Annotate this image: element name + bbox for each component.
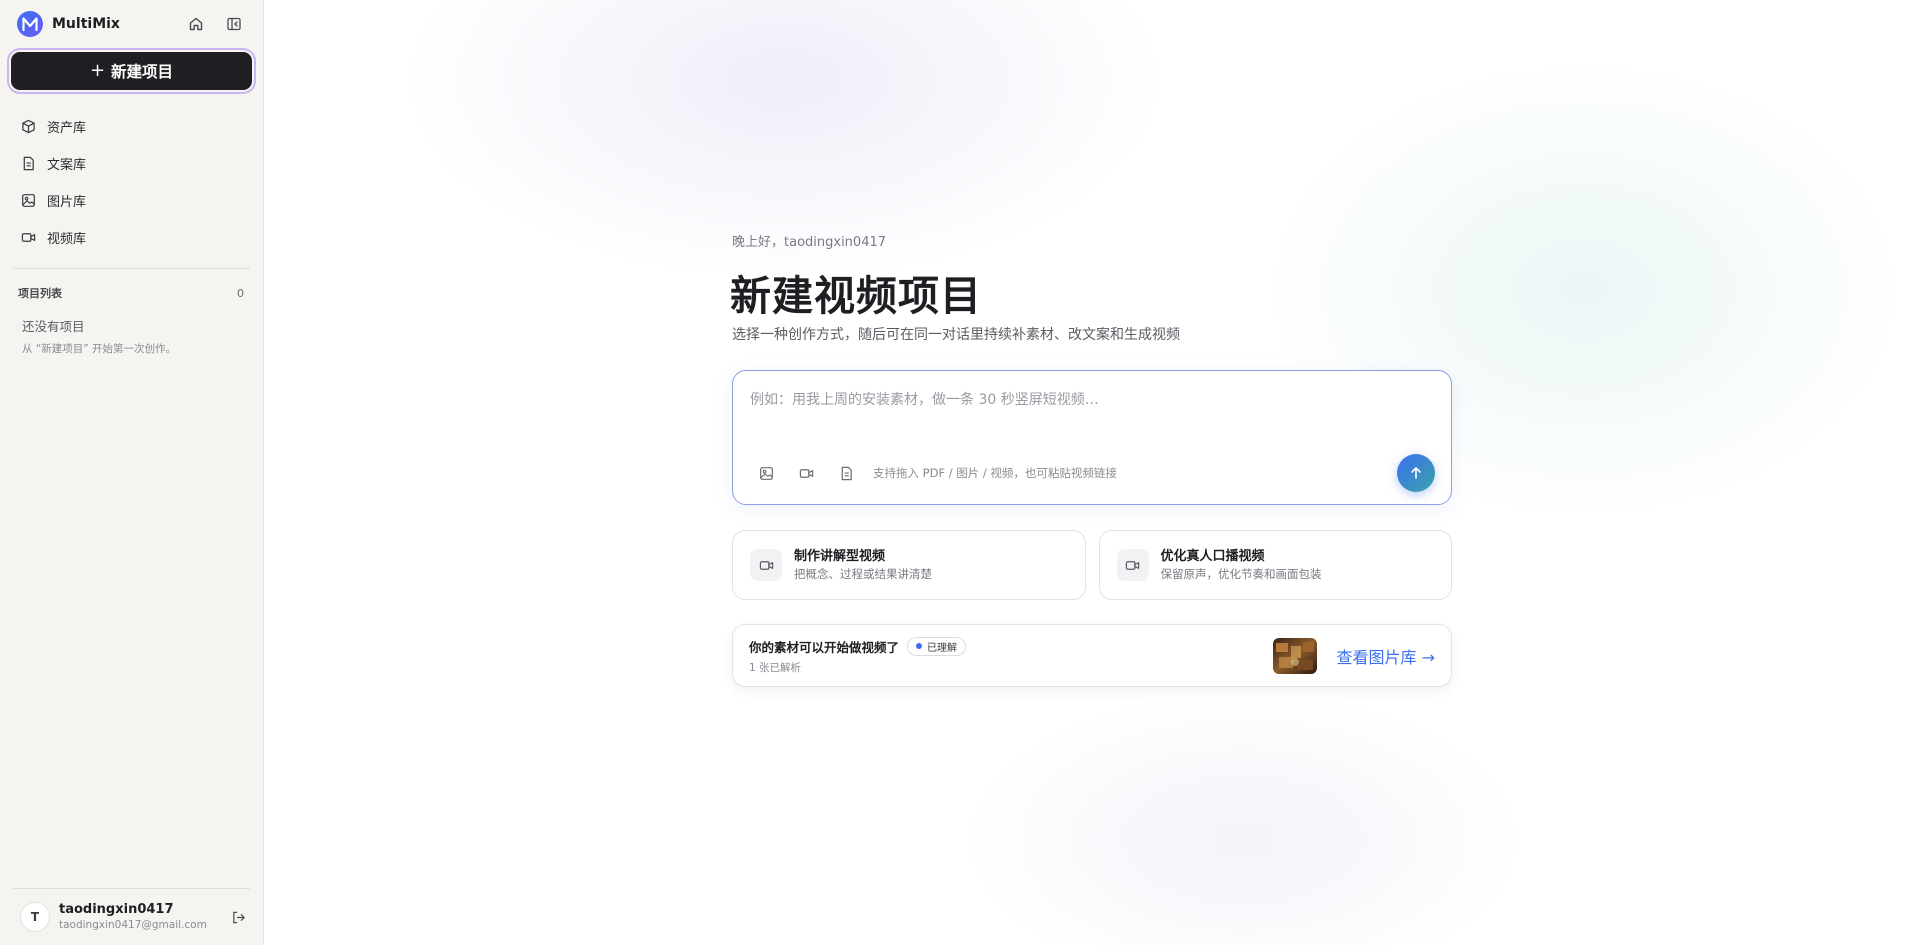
mode-card-explainer[interactable]: 制作讲解型视频 把概念、过程或结果讲清楚 xyxy=(732,530,1086,600)
image-icon xyxy=(759,466,773,480)
card-text: 制作讲解型视频 把概念、过程或结果讲清楚 xyxy=(794,548,932,583)
document-icon xyxy=(841,466,852,480)
projects-count: 0 xyxy=(237,286,244,300)
user-email: taodingxin0417@gmail.com xyxy=(59,918,207,931)
sidebar-item-label: 资产库 xyxy=(47,121,87,136)
video-icon xyxy=(759,560,773,570)
page-subtitle: 选择一种创作方式，随后可在同一对话里持续补素材、改文案和生成视频 xyxy=(732,327,1180,343)
video-icon xyxy=(21,233,36,242)
projects-section-header: 项目列表 0 xyxy=(0,269,263,301)
card-icon-box xyxy=(1116,549,1149,581)
app-root: MultiMix + 新建项目 资产库 文案库 图片库 视频库 项目列表 0 还… xyxy=(0,0,1920,945)
sidebar: MultiMix + 新建项目 资产库 文案库 图片库 视频库 项目列表 0 还… xyxy=(0,0,264,945)
sidebar-footer: T taodingxin0417 taodingxin0417@gmail.co… xyxy=(0,888,263,945)
send-button[interactable] xyxy=(1397,454,1435,492)
cube-icon xyxy=(22,119,35,134)
home-icon xyxy=(189,17,203,31)
view-image-library-link[interactable]: 查看图片库 → xyxy=(1337,644,1436,668)
attach-image-button[interactable] xyxy=(755,462,777,484)
mode-cards: 制作讲解型视频 把概念、过程或结果讲清楚 优化真人口播视频 保留原声，优化节奏和… xyxy=(732,530,1452,600)
upload-hint: 支持拖入 PDF / 图片 / 视频，也可粘贴视频链接 xyxy=(873,466,1117,480)
logout-icon xyxy=(232,911,245,923)
card-title: 优化真人口播视频 xyxy=(1160,548,1265,564)
user-row: T taodingxin0417 taodingxin0417@gmail.co… xyxy=(0,889,263,945)
status-badge: 已理解 xyxy=(907,636,967,656)
home-button[interactable] xyxy=(184,12,208,36)
assets-banner-title-row: 你的素材可以开始做视频了 已理解 xyxy=(749,636,967,656)
sidebar-toggle-icon xyxy=(227,17,241,31)
video-icon xyxy=(1125,560,1140,570)
mode-card-talking-head[interactable]: 优化真人口播视频 保留原声，优化节奏和画面包装 xyxy=(1098,530,1452,600)
sidebar-nav: 资产库 文案库 图片库 视频库 xyxy=(0,108,263,256)
brand-name: MultiMix xyxy=(52,16,120,32)
arrow-up-icon xyxy=(1411,467,1421,479)
brand-actions xyxy=(184,12,246,36)
assets-banner-subtitle: 1 张已解析 xyxy=(749,661,802,674)
logout-button[interactable] xyxy=(226,905,250,929)
user-name: taodingxin0417 xyxy=(59,901,174,917)
composer-toolbar: 支持拖入 PDF / 图片 / 视频，也可粘贴视频链接 xyxy=(755,462,1117,484)
card-title: 制作讲解型视频 xyxy=(794,548,886,564)
new-project-button[interactable]: + 新建项目 xyxy=(11,52,252,90)
assets-banner-text: 你的素材可以开始做视频了 已理解 1 张已解析 xyxy=(749,636,967,675)
projects-empty-hint: 从 “新建项目” 开始第一次创作。 xyxy=(22,343,177,355)
attach-document-button[interactable] xyxy=(835,462,857,484)
background-glow xyxy=(964,690,1524,945)
status-dot-icon xyxy=(916,643,923,649)
user-info: taodingxin0417 taodingxin0417@gmail.com xyxy=(59,902,207,933)
sidebar-item-label: 图片库 xyxy=(47,195,87,210)
card-text: 优化真人口播视频 保留原声，优化节奏和画面包装 xyxy=(1161,548,1322,583)
sidebar-item-label: 文案库 xyxy=(47,158,87,173)
attach-video-button[interactable] xyxy=(795,462,817,484)
prompt-input[interactable] xyxy=(750,389,1430,429)
assets-banner-title: 你的素材可以开始做视频了 xyxy=(749,639,900,655)
sidebar-item-assets[interactable]: 资产库 xyxy=(0,108,263,145)
avatar[interactable]: T xyxy=(20,902,50,932)
asset-thumbnail-image xyxy=(1272,637,1317,674)
sidebar-item-label: 视频库 xyxy=(47,232,87,247)
image-icon xyxy=(22,194,35,207)
card-subtitle: 把概念、过程或结果讲清楚 xyxy=(794,566,932,581)
sidebar-item-images[interactable]: 图片库 xyxy=(0,182,263,219)
projects-empty-title: 还没有项目 xyxy=(22,319,85,334)
card-subtitle: 保留原声，优化节奏和画面包装 xyxy=(1160,566,1322,581)
prompt-composer: 支持拖入 PDF / 图片 / 视频，也可粘贴视频链接 xyxy=(732,370,1452,505)
assets-ready-banner: 你的素材可以开始做视频了 已理解 1 张已解析 查看图片库 → xyxy=(732,624,1452,687)
new-project-label: 新建项目 xyxy=(111,63,174,81)
status-badge-label: 已理解 xyxy=(927,642,958,654)
projects-heading: 项目列表 xyxy=(18,287,62,300)
sidebar-toggle-button[interactable] xyxy=(222,12,246,36)
logo xyxy=(17,11,43,37)
page-title: 新建视频项目 xyxy=(730,272,982,320)
plus-icon: + xyxy=(89,60,106,81)
sidebar-item-videos[interactable]: 视频库 xyxy=(0,219,263,256)
card-icon-box xyxy=(750,549,782,581)
brand-row: MultiMix xyxy=(0,0,263,48)
main-area: 晚上好，taodingxin0417 新建视频项目 选择一种创作方式，随后可在同… xyxy=(264,0,1920,945)
greeting: 晚上好，taodingxin0417 xyxy=(732,235,887,250)
logo-mark-icon xyxy=(22,17,38,31)
document-icon xyxy=(23,156,34,171)
sidebar-item-copy[interactable]: 文案库 xyxy=(0,145,263,182)
video-icon xyxy=(799,468,813,478)
asset-thumbnail[interactable] xyxy=(1272,637,1317,674)
